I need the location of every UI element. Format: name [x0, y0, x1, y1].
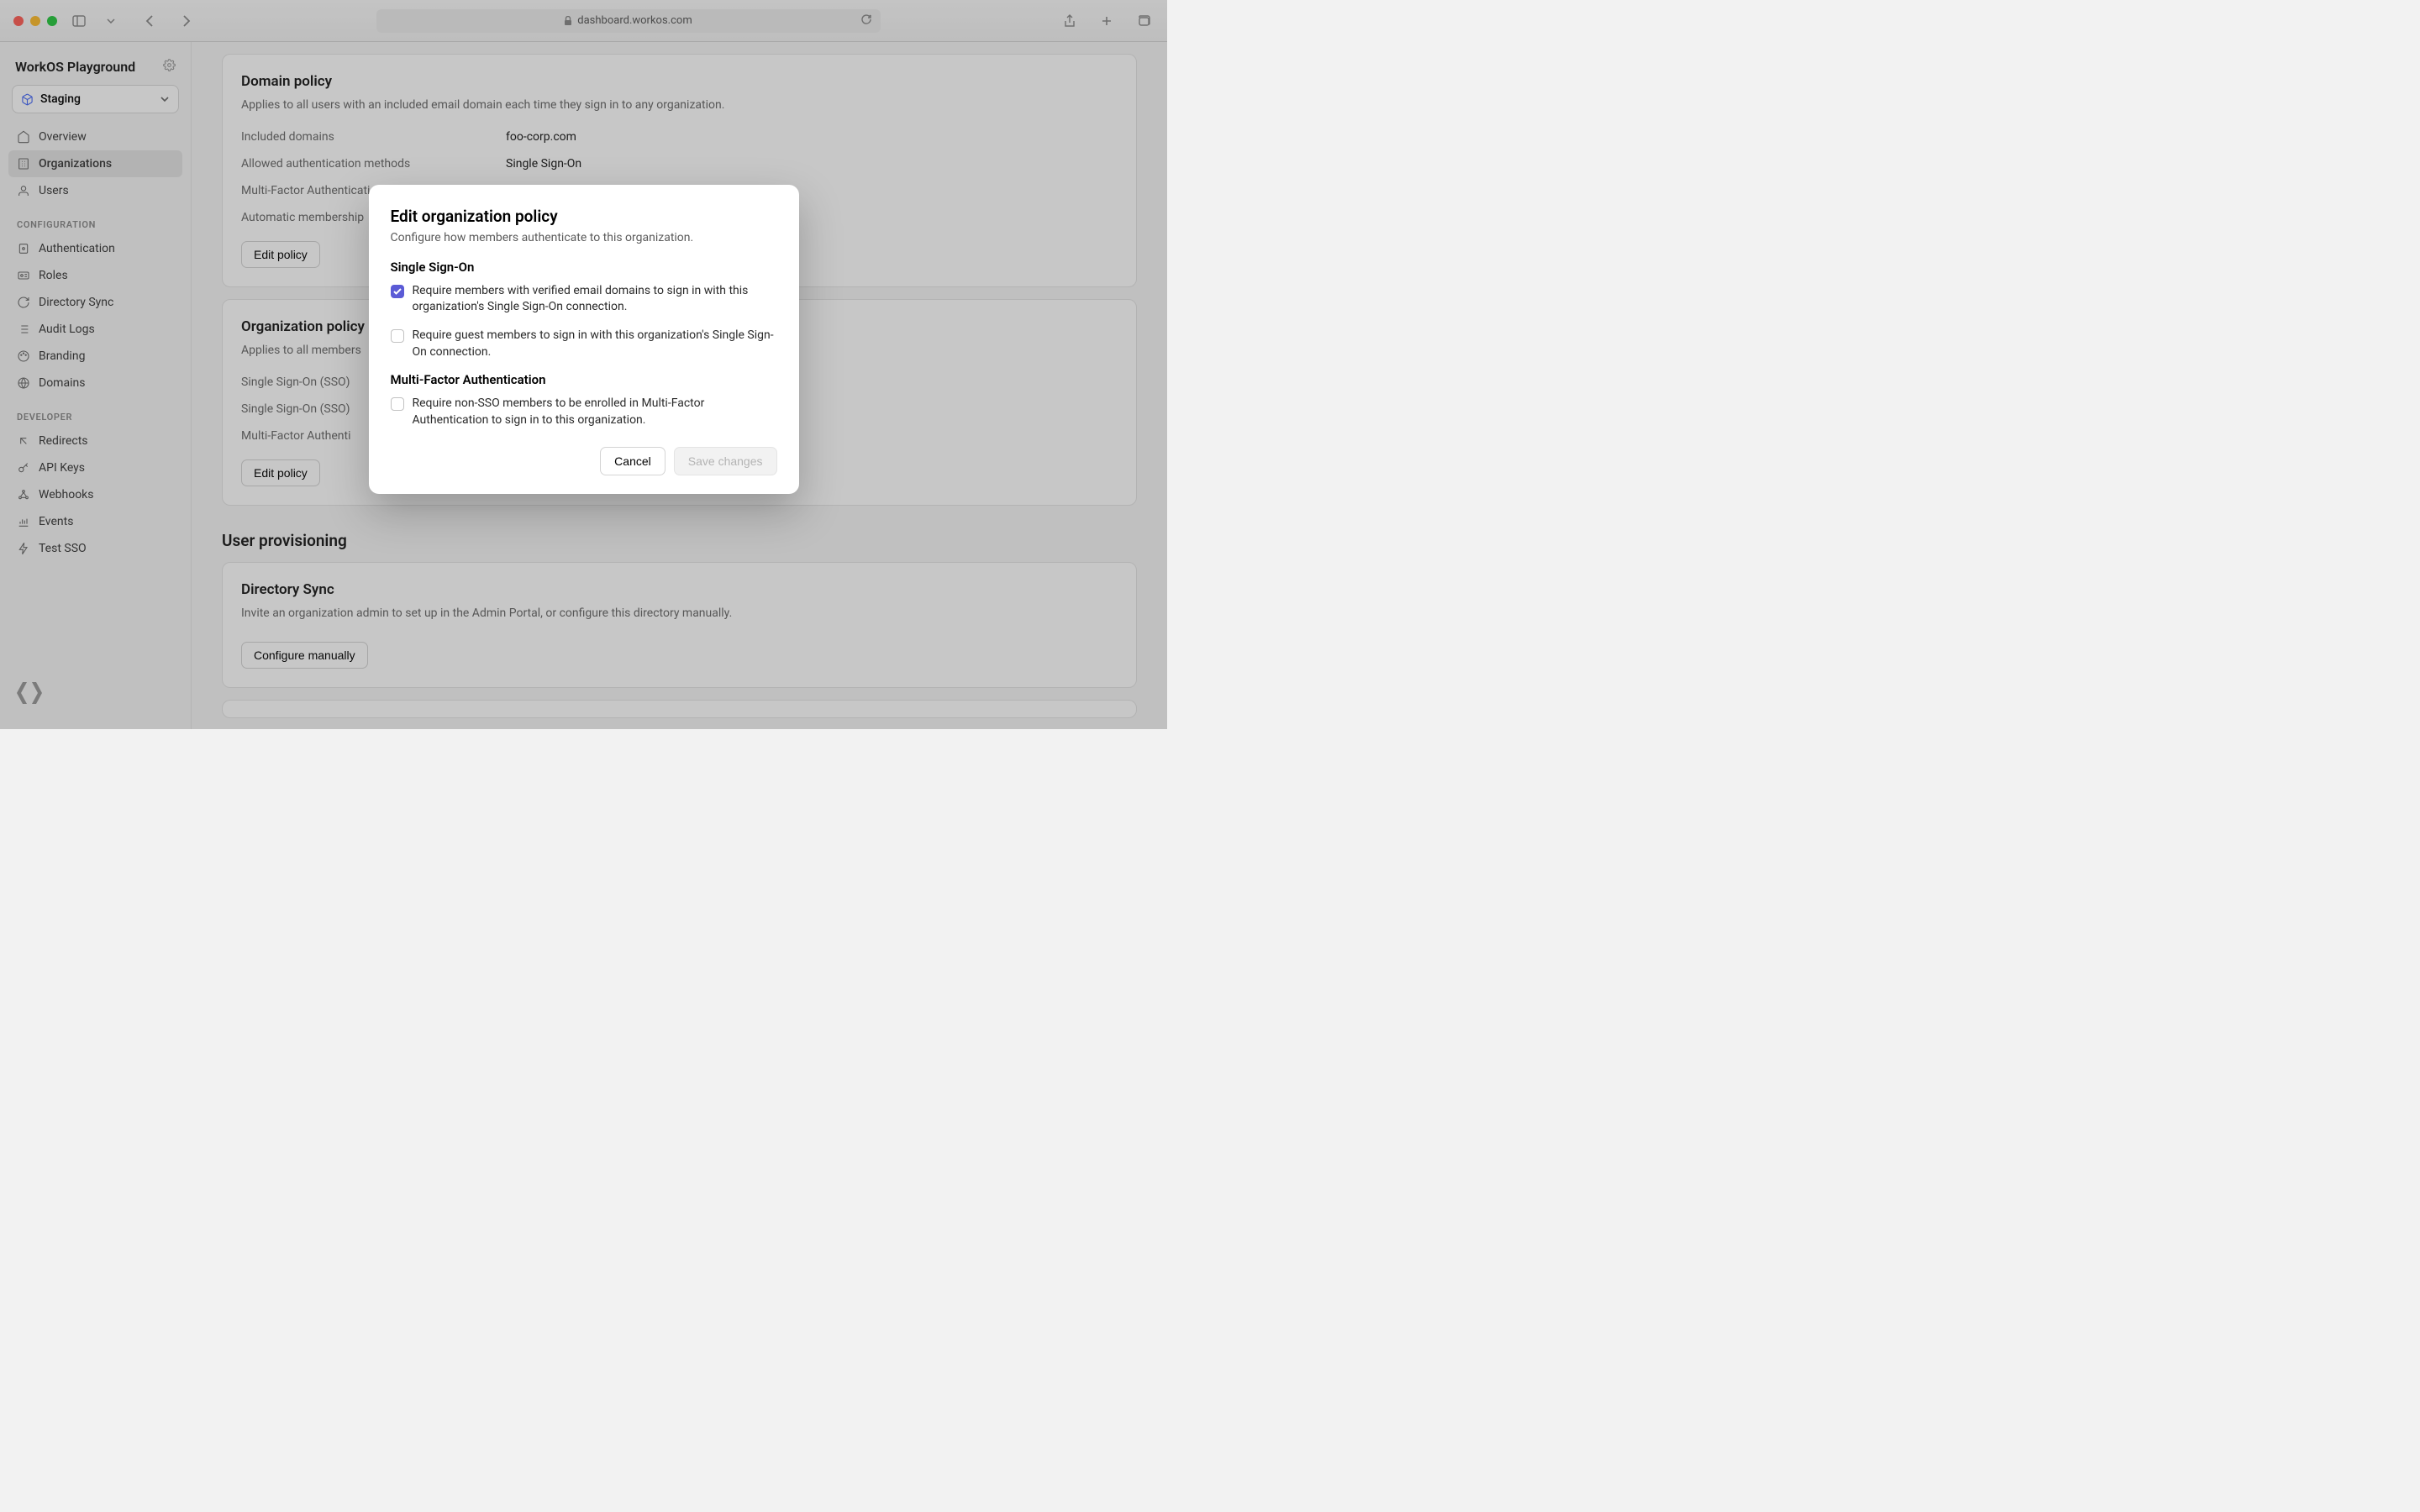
modal-title: Edit organization policy [391, 207, 777, 226]
sso-section-title: Single Sign-On [391, 260, 777, 275]
modal-subtitle: Configure how members authenticate to th… [391, 231, 777, 244]
checkbox-icon [391, 285, 404, 298]
checkbox-label: Require guest members to sign in with th… [413, 328, 777, 360]
edit-organization-policy-modal: Edit organization policy Configure how m… [369, 185, 799, 495]
checkbox-icon [391, 329, 404, 343]
sso-require-guest-checkbox[interactable]: Require guest members to sign in with th… [391, 328, 777, 360]
checkbox-icon [391, 397, 404, 411]
mfa-section-title: Multi-Factor Authentication [391, 372, 777, 387]
modal-overlay[interactable]: Edit organization policy Configure how m… [0, 0, 1167, 729]
checkbox-label: Require members with verified email doma… [413, 283, 777, 316]
mfa-require-checkbox[interactable]: Require non-SSO members to be enrolled i… [391, 396, 777, 428]
save-changes-button[interactable]: Save changes [674, 447, 777, 475]
cancel-button[interactable]: Cancel [600, 447, 666, 475]
checkbox-label: Require non-SSO members to be enrolled i… [413, 396, 777, 428]
sso-require-verified-checkbox[interactable]: Require members with verified email doma… [391, 283, 777, 316]
